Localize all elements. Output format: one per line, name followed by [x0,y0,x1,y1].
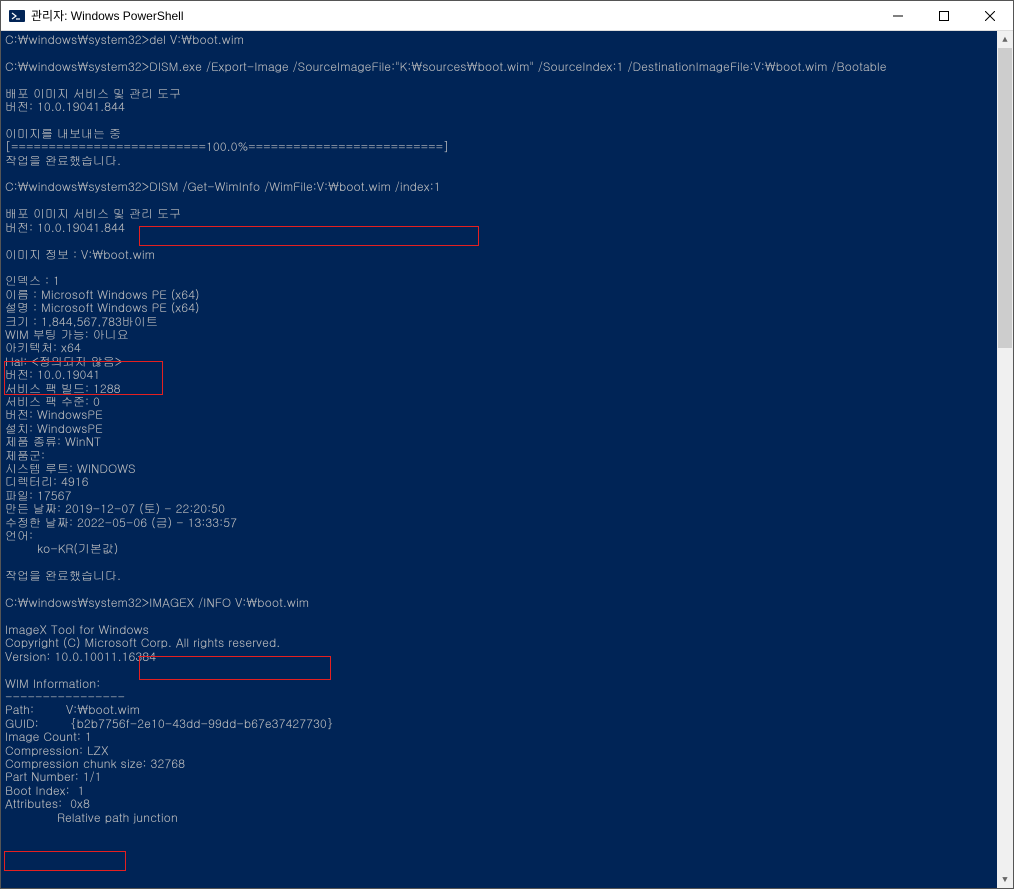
dism-done: 작업을 완료했습니다. [5,152,121,169]
imagex-ver: Version: 10.0.10011.16384 [5,648,156,665]
terminal-area[interactable]: C:\windows\system32>del V:\boot.wim C:\w… [1,31,1013,888]
dism-image-info: 이미지 정보 : V:\boot.wim [5,246,155,263]
titlebar[interactable]: 관리자: Windows PowerShell [1,1,1013,31]
prompt: C:\windows\system32> [5,594,149,611]
highlight-box-4 [4,851,126,871]
scroll-track[interactable] [997,48,1013,871]
close-button[interactable] [967,1,1013,31]
vertical-scrollbar[interactable]: ▲ ▼ [997,31,1013,888]
powershell-icon [9,8,25,24]
imagex-attr2: Relative path junction [5,809,178,826]
dism-done: 작업을 완료했습니다. [5,567,121,584]
scroll-down-button[interactable]: ▼ [997,871,1013,888]
chevron-down-icon: ▼ [1002,875,1007,885]
scroll-thumb[interactable] [998,48,1012,348]
dism-lang-val: ko-KR(기본값) [5,540,118,557]
prompt: C:\windows\system32> [5,31,149,48]
minimize-icon [893,11,903,21]
terminal-output: C:\windows\system32>del V:\boot.wim C:\w… [1,31,997,826]
close-icon [985,11,995,21]
maximize-icon [939,11,949,21]
dism-version: 버전: 10.0.19041.844 [5,98,125,115]
command-dism-getwiminfo: DISM /Get-WimInfo /WimFile:V:\boot.wim /… [149,178,441,195]
dism-modified: 수정한 날짜: 2022-05-06 (금) - 13:33:57 [5,514,237,531]
command-imagex: IMAGEX /INFO V:\boot.wim [149,594,309,611]
dism-version: 버전: 10.0.19041.844 [5,219,125,236]
window-title: 관리자: Windows PowerShell [31,7,184,24]
prompt: C:\windows\system32> [5,178,149,195]
chevron-up-icon: ▲ [1002,35,1007,45]
minimize-button[interactable] [875,1,921,31]
command-del: del V:\boot.wim [149,31,244,48]
maximize-button[interactable] [921,1,967,31]
command-dism-export: DISM.exe /Export-Image /SourceImageFile:… [149,58,886,75]
window-frame: 관리자: Windows PowerShell C:\windows\syste… [0,0,1014,889]
scroll-up-button[interactable]: ▲ [997,31,1013,48]
prompt: C:\windows\system32> [5,58,149,75]
